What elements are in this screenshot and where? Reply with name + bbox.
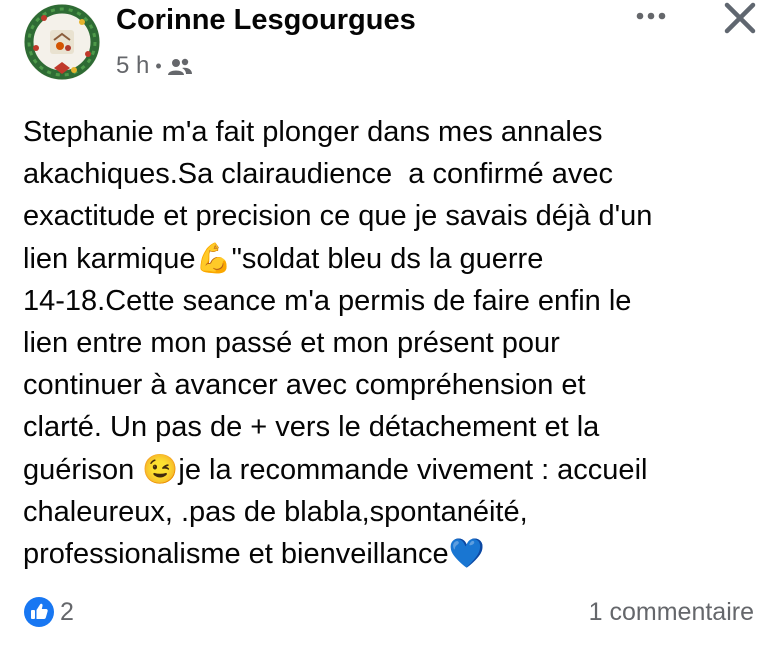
meta-separator: • [155,55,162,76]
avatar[interactable] [24,4,100,80]
close-icon[interactable] [722,0,758,36]
post-time[interactable]: 5 h [116,52,149,80]
more-options-icon[interactable] [634,8,668,24]
avatar-image [24,4,100,80]
comment-count[interactable]: 1 commentaire [589,598,754,627]
reaction-count[interactable]: 2 [60,598,74,627]
like-icon[interactable] [24,597,54,627]
author-name[interactable]: Corinne Lesgourgues [116,4,416,37]
post-meta: 5 h • [116,52,193,80]
post-header: Corinne Lesgourgues 5 h • [0,0,778,90]
post-footer: 2 1 commentaire [0,590,778,634]
post-body-text: Stephanie m'a fait plonger dans mes anna… [23,116,653,571]
friends-icon [167,56,193,76]
